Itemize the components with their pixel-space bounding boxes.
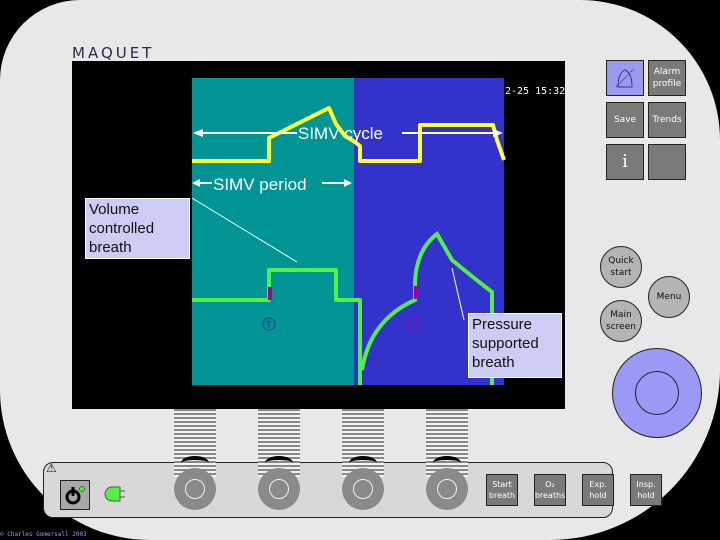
setting-dial[interactable] — [174, 468, 216, 510]
simv-period-label: SIMV period — [213, 175, 307, 194]
setting-dial[interactable] — [342, 468, 384, 510]
o2-breaths-button[interactable]: O₂ breaths — [534, 474, 566, 506]
simv-cycle-label: SIMV cycle — [298, 124, 383, 143]
knob-center[interactable] — [635, 371, 679, 415]
start-breath-button[interactable]: Start breath — [486, 474, 518, 506]
setting-dial[interactable] — [258, 468, 300, 510]
quick-start-button[interactable]: Quick start — [600, 246, 642, 288]
bottom-control-bar — [43, 462, 613, 518]
main-screen-button[interactable]: Main screen — [600, 300, 642, 342]
menu-button[interactable]: Menu — [648, 276, 690, 318]
svg-text:T: T — [265, 321, 272, 331]
main-rotary-knob[interactable] — [612, 348, 702, 438]
power-icon — [65, 486, 85, 505]
timestamp: 2-25 15:32 — [505, 86, 566, 97]
warning-icon: ⚠ — [46, 461, 57, 475]
trigger-mark — [268, 287, 272, 300]
power-button[interactable] — [60, 480, 90, 510]
volume-controlled-callout: Volume controlled breath — [85, 198, 190, 259]
save-button[interactable]: Save — [606, 102, 644, 138]
setting-dial[interactable] — [426, 468, 468, 510]
blank-button[interactable] — [648, 144, 686, 180]
copyright-text: © Charles Gomersall 2003 — [0, 531, 87, 538]
info-button[interactable]: i — [606, 144, 644, 180]
trends-button[interactable]: Trends — [648, 102, 686, 138]
status-led-icon — [104, 486, 125, 502]
insp-hold-button[interactable]: Insp. hold — [630, 474, 662, 506]
trigger-mark — [414, 286, 418, 299]
exp-hold-button[interactable]: Exp. hold — [582, 474, 614, 506]
pressure-supported-callout: Pressure supported breath — [468, 313, 562, 378]
bell-muted-icon — [615, 68, 635, 88]
alarm-profile-button[interactable]: Alarm profile — [648, 60, 686, 96]
alarm-silence-button[interactable] — [606, 60, 644, 96]
